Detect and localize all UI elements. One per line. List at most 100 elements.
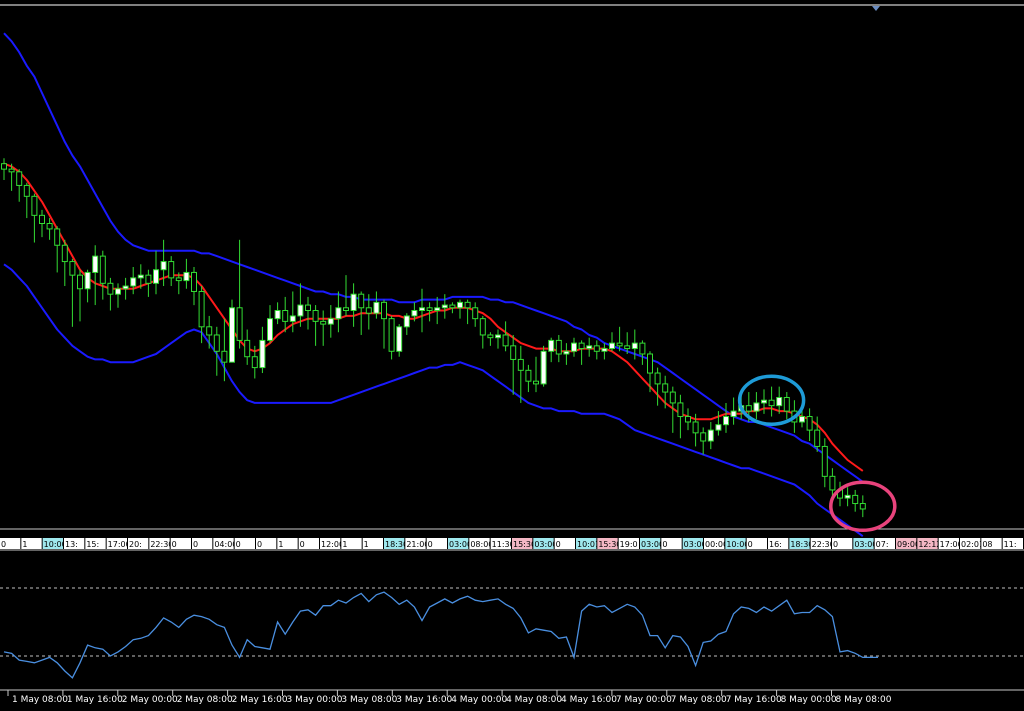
- session-label-text: 17:00: [940, 540, 963, 549]
- session-label: 0: [170, 538, 191, 549]
- session-label: 13:: [64, 538, 85, 549]
- candle-body: [130, 277, 137, 287]
- candle: [525, 364, 532, 393]
- session-label: 10:01: [576, 538, 600, 549]
- session-label: 12:00: [320, 538, 344, 549]
- candle: [54, 226, 61, 273]
- session-label-text: 11:: [1004, 540, 1017, 549]
- candle-body: [859, 503, 866, 510]
- candle-body: [343, 307, 349, 311]
- candle: [145, 269, 152, 297]
- candle: [601, 343, 608, 360]
- session-label-text: 1: [278, 540, 283, 549]
- candle: [403, 313, 410, 335]
- session-label-text: 22:30: [812, 540, 835, 549]
- candle-body: [677, 402, 684, 418]
- x-tick-label: 4 May 16:00: [561, 695, 617, 705]
- candle-body: [183, 271, 190, 282]
- session-label: 0: [298, 538, 319, 549]
- candle: [320, 310, 327, 346]
- session-label: 1: [21, 538, 42, 549]
- session-label: 11:: [1002, 538, 1023, 549]
- session-label-text: 0: [236, 540, 241, 549]
- candle-body: [540, 350, 547, 385]
- candle-body: [563, 350, 570, 355]
- candle-body: [609, 342, 615, 350]
- session-label: 17:00: [106, 538, 131, 549]
- candle-body: [578, 342, 585, 350]
- candle-body: [525, 369, 532, 382]
- candle: [593, 340, 600, 360]
- candle-body: [829, 475, 836, 491]
- session-label-text: 15:30: [598, 540, 621, 549]
- session-label: 16:: [768, 538, 789, 549]
- candle-body: [487, 334, 494, 339]
- candle-body: [107, 282, 114, 295]
- candle: [77, 269, 83, 322]
- candle-body: [685, 416, 691, 423]
- candle-body: [244, 339, 251, 358]
- session-label: 0: [661, 538, 682, 549]
- candle-body: [282, 310, 289, 322]
- candle-body: [449, 304, 456, 309]
- candle: [571, 337, 577, 357]
- session-label: 03:00: [448, 538, 472, 549]
- candle: [540, 345, 547, 387]
- candle-body: [403, 315, 410, 328]
- candle-body: [571, 342, 577, 352]
- session-label-text: 21:00: [406, 540, 429, 549]
- session-label-text: 0: [428, 540, 433, 549]
- session-label: 03:00: [853, 538, 877, 549]
- candle: [502, 321, 509, 352]
- candle: [244, 329, 251, 365]
- candle-body: [472, 307, 479, 320]
- candle: [837, 481, 843, 507]
- candle-body: [745, 405, 752, 412]
- candle-body: [297, 304, 304, 317]
- x-tick-label: 8 May 00:00: [781, 695, 837, 705]
- session-label: 18:30: [789, 538, 813, 549]
- session-label-text: 04:00: [214, 540, 237, 549]
- candle-body: [305, 304, 311, 311]
- session-label-text: 22:30: [150, 540, 173, 549]
- candle: [464, 299, 471, 325]
- candle-body: [16, 171, 23, 186]
- session-label-text: 0: [193, 540, 198, 549]
- session-label-text: 09:00: [897, 540, 920, 549]
- candle: [654, 367, 661, 406]
- candle: [267, 305, 273, 344]
- candle-body: [312, 310, 319, 322]
- chart-canvas: 0 1 10:0013: 15: 17:0020: 22:300 0 04:000 0 1 0 12:…: [0, 4, 1024, 705]
- candle: [99, 250, 106, 300]
- x-tick-label: 3 May 08:00: [341, 695, 397, 705]
- session-label-text: 0: [172, 540, 177, 549]
- session-label: 0: [256, 538, 277, 549]
- candle: [563, 343, 570, 365]
- candle-body: [289, 315, 296, 322]
- candle: [282, 296, 289, 333]
- x-tick-label: 4 May 00:00: [451, 695, 507, 705]
- candle-body: [419, 307, 425, 311]
- session-label-text: 20:: [129, 540, 142, 549]
- trading-chart: 0 1 10:00 13: 15: 17:00 20: 22:30 0 0 04:00 0 0 1 0 12:…: [0, 0, 1024, 707]
- candle-body: [723, 416, 729, 426]
- session-label-text: 0: [556, 540, 561, 549]
- candle: [335, 291, 342, 333]
- candle: [495, 329, 501, 349]
- session-label-text: 08: [982, 540, 992, 549]
- candle: [677, 394, 684, 439]
- session-label: 21:00: [405, 538, 429, 549]
- session-label-text: 0: [833, 540, 838, 549]
- candle: [821, 438, 828, 488]
- session-label: 22:30: [149, 538, 173, 549]
- candle-body: [115, 288, 121, 295]
- session-label-text: 11:30: [492, 540, 515, 549]
- candle: [327, 305, 334, 338]
- session-label: 18:30: [384, 538, 408, 549]
- candle-body: [327, 318, 334, 325]
- candle-body: [221, 350, 228, 363]
- time-axis: 1 May 08:001 May 16:002 May 00:002 May 0…: [7, 690, 892, 705]
- candle: [130, 267, 137, 295]
- candle: [153, 250, 159, 295]
- session-label-text: 18:30: [385, 540, 408, 549]
